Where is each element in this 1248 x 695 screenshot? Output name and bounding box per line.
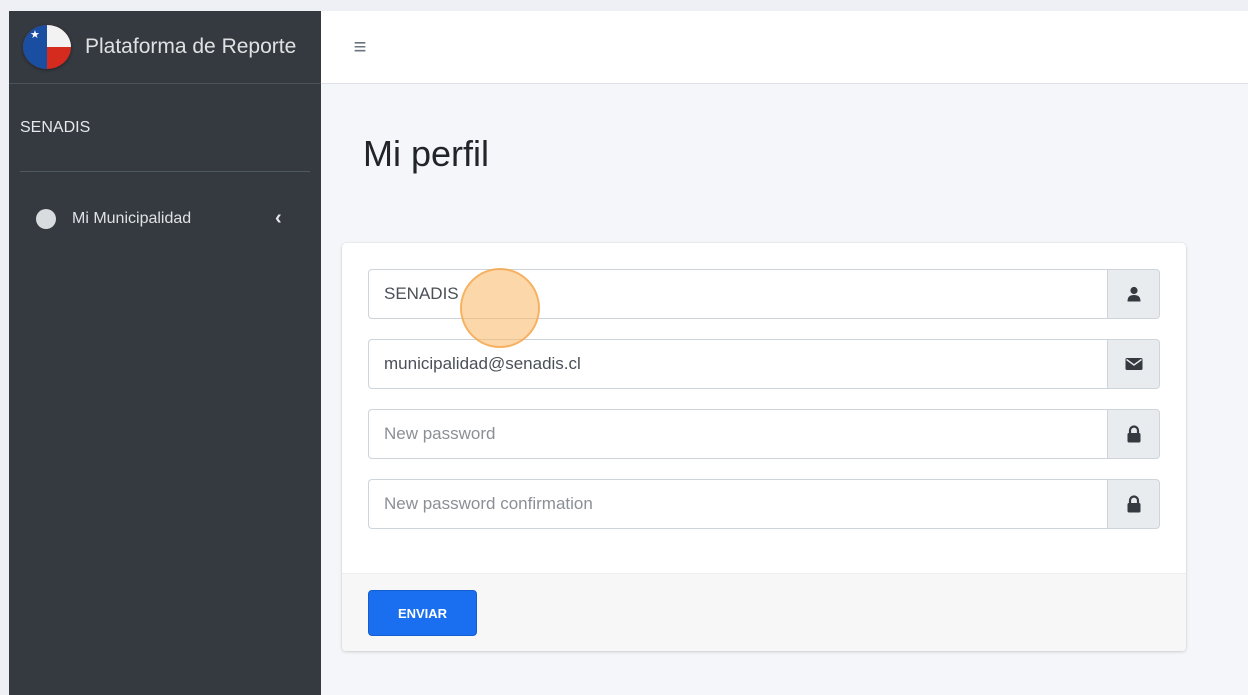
lock-icon [1107, 409, 1160, 459]
sidebar-item-mi-municipalidad[interactable]: Mi Municipalidad ‹ [9, 199, 321, 239]
sidebar: ★ Plataforma de Reporte SENADIS Mi Munic… [9, 11, 321, 695]
user-panel: SENADIS [20, 84, 310, 172]
hamburger-menu-icon[interactable]: ≡ [349, 35, 371, 59]
top-navbar: ≡ [321, 11, 1248, 84]
user-name[interactable]: SENADIS [20, 119, 90, 137]
page-title: Mi perfil [363, 133, 490, 174]
submit-button[interactable]: ENVIAR [368, 590, 477, 636]
brand-title: Plataforma de Reporte [85, 35, 297, 58]
brand-link[interactable]: ★ Plataforma de Reporte [9, 11, 321, 84]
profile-card: ENVIAR [342, 243, 1186, 651]
circle-icon [36, 209, 56, 229]
name-field[interactable] [368, 269, 1107, 319]
chevron-left-icon: ‹ [275, 207, 282, 229]
password-confirmation-input-group [368, 479, 1160, 529]
email-field[interactable] [368, 339, 1107, 389]
new-password-input-group [368, 409, 1160, 459]
envelope-icon [1107, 339, 1160, 389]
app-window: ★ Plataforma de Reporte SENADIS Mi Munic… [9, 11, 1248, 695]
new-password-field[interactable] [368, 409, 1107, 459]
name-input-group [368, 269, 1160, 319]
brand-logo: ★ [23, 25, 71, 69]
password-confirmation-field[interactable] [368, 479, 1107, 529]
sidebar-item-label: Mi Municipalidad [72, 210, 192, 227]
user-icon [1107, 269, 1160, 319]
card-footer: ENVIAR [342, 573, 1186, 651]
email-input-group [368, 339, 1160, 389]
lock-icon [1107, 479, 1160, 529]
